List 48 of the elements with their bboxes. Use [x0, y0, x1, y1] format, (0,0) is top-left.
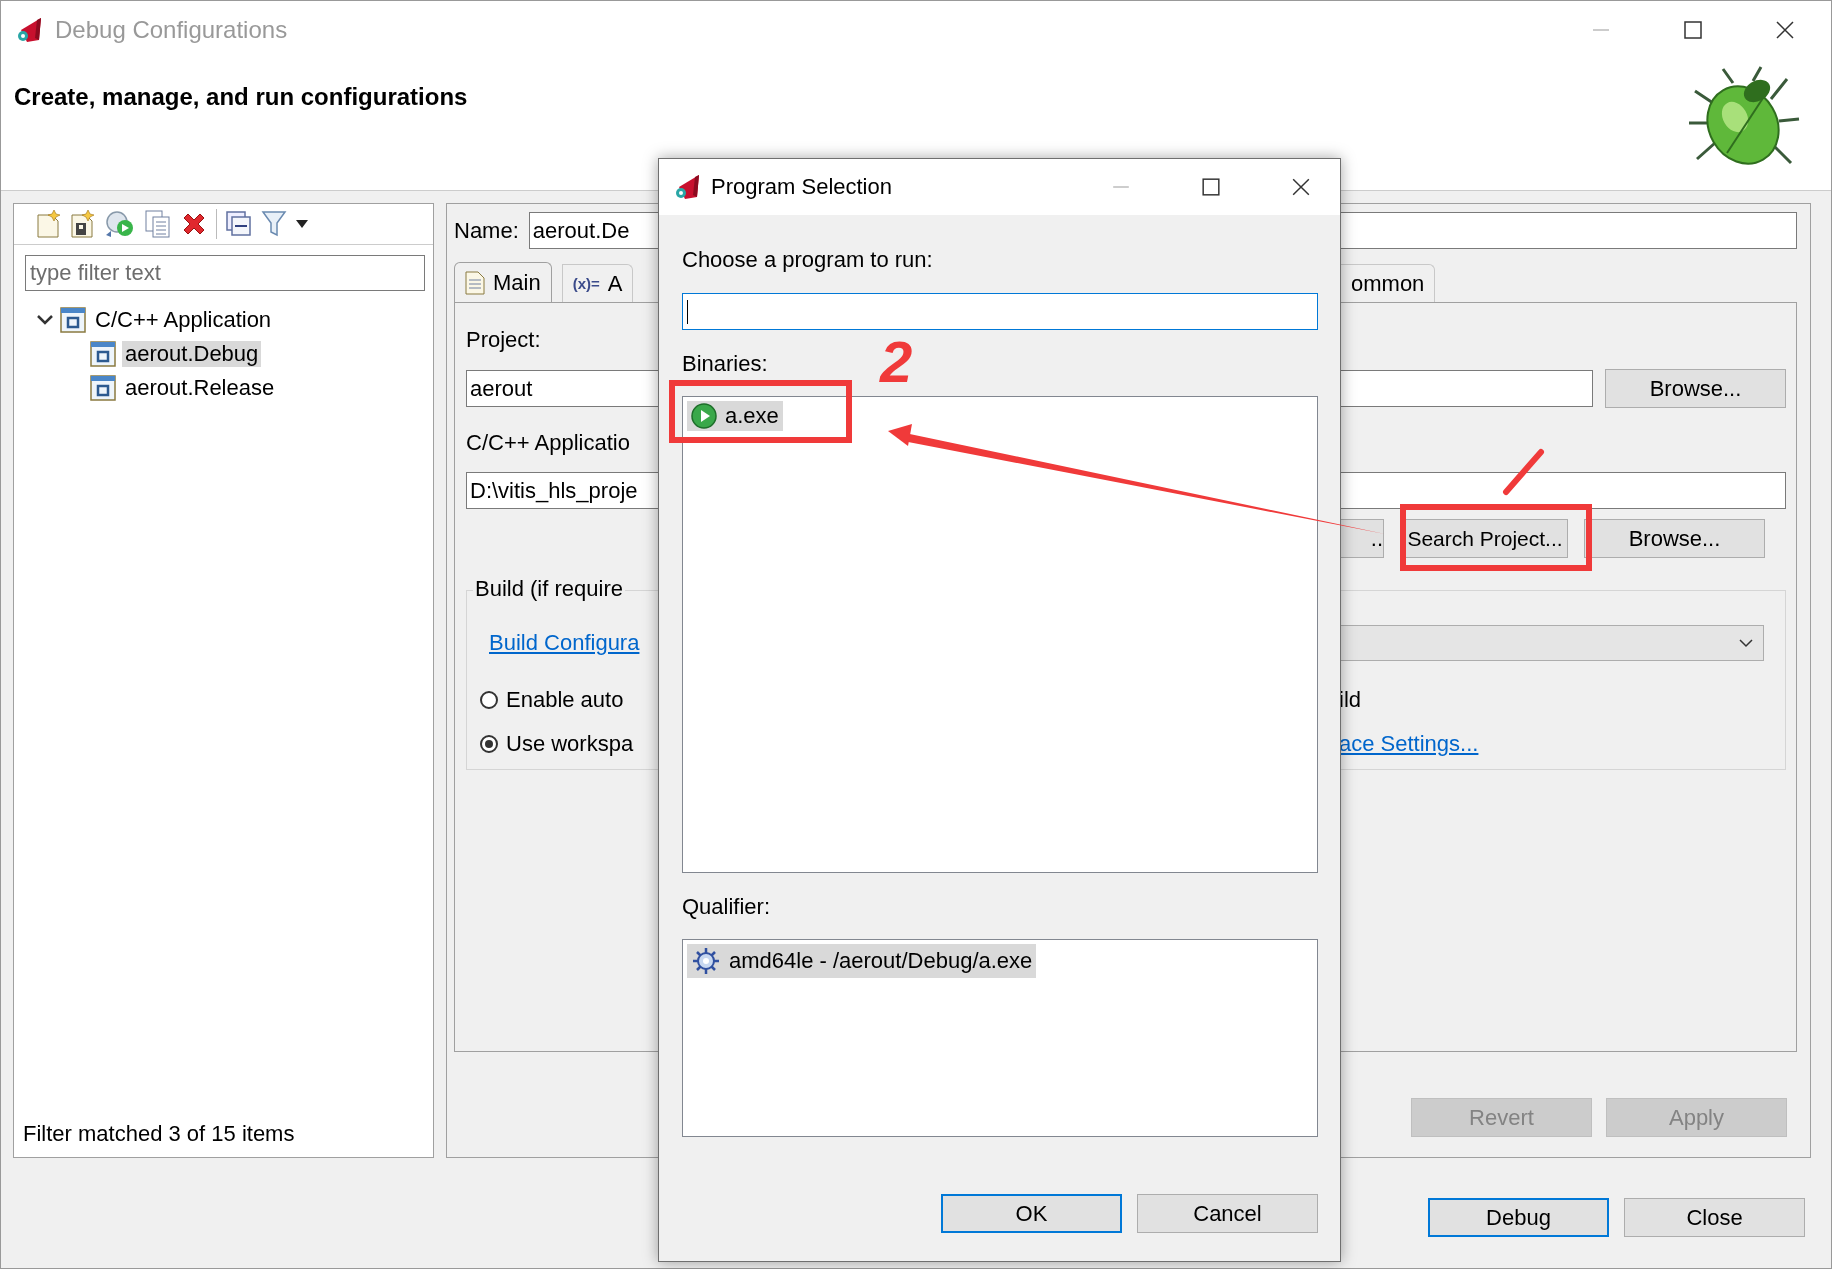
- collapse-all-icon[interactable]: [225, 210, 253, 238]
- button[interactable]: OK: [941, 1194, 1122, 1233]
- field-label: C/C++ Applicatio: [466, 430, 631, 456]
- radio-button[interactable]: [480, 691, 498, 709]
- link[interactable]: Build Configura: [480, 630, 656, 656]
- tree-item[interactable]: aerout.Debug: [122, 341, 262, 367]
- browse-button[interactable]: Browse...: [1605, 369, 1786, 408]
- dropdown-caret-icon[interactable]: [295, 219, 309, 229]
- new-file-icon[interactable]: [36, 209, 62, 239]
- radio-label: Enable auto: [506, 687, 624, 713]
- button[interactable]: ..: [1340, 519, 1384, 558]
- button[interactable]: Close: [1624, 1198, 1805, 1237]
- button[interactable]: Browse...: [1584, 519, 1765, 558]
- field-label: Qualifier:: [682, 894, 771, 919]
- field-label: Project:: [466, 327, 542, 353]
- caret-icon: [1739, 638, 1753, 648]
- play-icon: [691, 403, 717, 429]
- tab[interactable]: (x)= A: [561, 264, 634, 302]
- page-heading: Create, manage, and run configurations: [14, 83, 468, 111]
- status-text: Filter matched 3 of 15 items: [22, 1121, 296, 1148]
- tree-item[interactable]: C/C++ Application: [92, 307, 275, 333]
- step-number: 2: [880, 329, 913, 394]
- window-title: Debug Configurations: [55, 16, 288, 44]
- dialog-title: Program Selection: [711, 174, 892, 200]
- link[interactable]: ace Settings...: [1339, 731, 1479, 757]
- field-label: Choose a program to run:: [682, 247, 933, 272]
- expand-chevron-icon[interactable]: [36, 314, 54, 326]
- app-window-icon: [90, 375, 116, 401]
- radio-button[interactable]: [480, 735, 498, 753]
- filter-field[interactable]: type filter text: [25, 255, 425, 291]
- export-launch-icon[interactable]: [104, 209, 136, 239]
- tab[interactable]: Main: [454, 262, 552, 302]
- program-input-field[interactable]: [682, 293, 1318, 330]
- field-label: Binaries:: [682, 351, 768, 376]
- button[interactable]: Debug: [1428, 1198, 1609, 1237]
- annotation-stroke: [1503, 449, 1544, 495]
- app-window-icon: [60, 307, 86, 333]
- list-item[interactable]: amd64le - /aerout/Debug/a.exe: [687, 944, 1037, 978]
- tree-item[interactable]: aerout.Release: [122, 375, 278, 401]
- new-prototype-icon[interactable]: [70, 209, 96, 239]
- filter-icon[interactable]: [261, 209, 287, 239]
- document-icon: [465, 270, 485, 295]
- button[interactable]: Cancel: [1137, 1194, 1318, 1233]
- field-label: Name:: [454, 217, 519, 244]
- app-window-icon: [90, 341, 116, 367]
- gear-icon: [691, 946, 721, 976]
- list-item[interactable]: a.exe: [687, 401, 783, 431]
- radio-label: Use workspa: [506, 731, 634, 757]
